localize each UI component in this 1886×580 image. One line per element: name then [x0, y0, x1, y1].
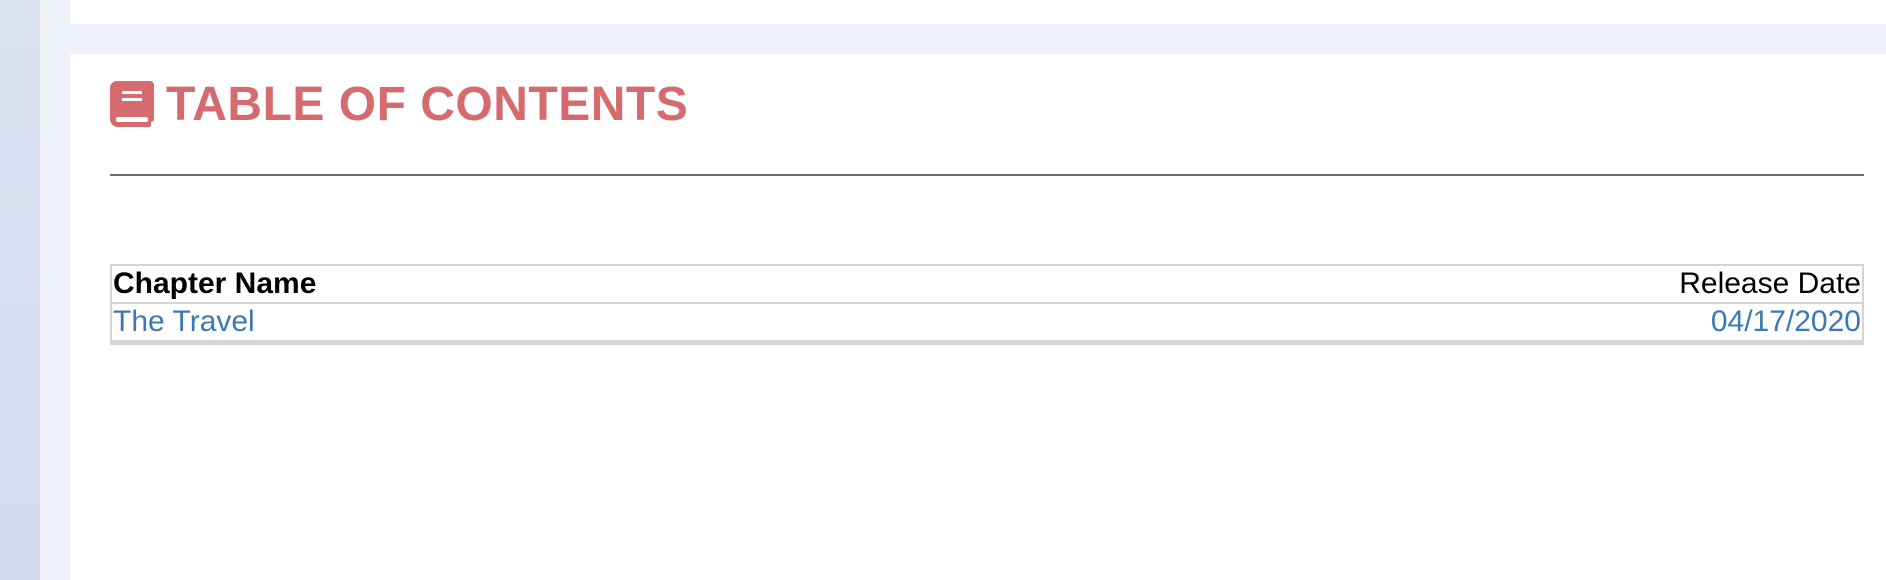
table-header-row: Chapter Name Release Date — [111, 265, 1863, 304]
toc-panel: TABLE OF CONTENTS Chapter Name Release D… — [70, 54, 1886, 580]
left-background-strip — [0, 0, 40, 580]
column-header-release-date: Release Date — [1035, 265, 1863, 304]
chapter-name-cell: The Travel — [111, 303, 1035, 343]
page-gutter — [40, 0, 70, 580]
table-row: The Travel 04/17/2020 — [111, 303, 1863, 343]
chapters-table: Chapter Name Release Date The Travel 04/1… — [110, 264, 1864, 345]
column-header-chapter-name: Chapter Name — [111, 265, 1036, 304]
previous-panel — [70, 0, 1886, 24]
chapter-link[interactable]: The Travel — [113, 305, 255, 338]
release-date-cell: 04/17/2020 — [1710, 305, 1861, 338]
toc-heading: TABLE OF CONTENTS — [110, 80, 688, 130]
divider — [110, 174, 1864, 176]
book-icon — [110, 81, 154, 127]
page-title: TABLE OF CONTENTS — [166, 78, 689, 131]
